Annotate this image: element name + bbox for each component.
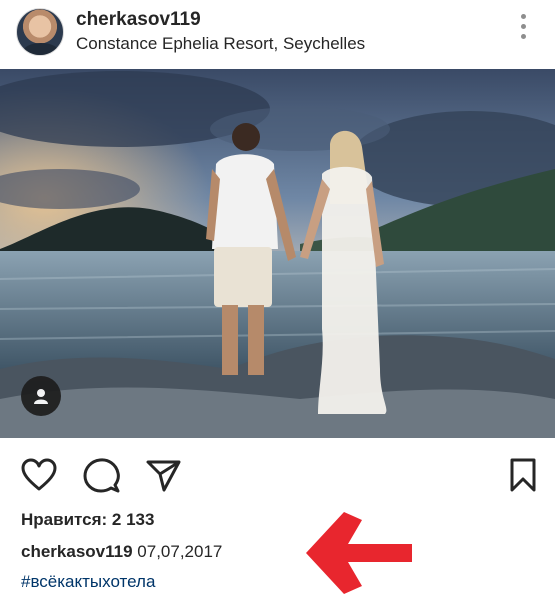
- post-location[interactable]: Constance Ephelia Resort, Seychelles: [76, 34, 365, 54]
- likes-label: Нравится:: [21, 510, 108, 529]
- bookmark-icon[interactable]: [506, 456, 544, 494]
- more-vertical-icon[interactable]: [519, 14, 527, 44]
- avatar-shoulders: [23, 43, 59, 55]
- action-bar: [0, 450, 555, 498]
- post-header: cherkasov119 Constance Ephelia Resort, S…: [0, 0, 555, 68]
- hashtag-link[interactable]: #всёкактыхотела: [21, 572, 155, 592]
- caption-username[interactable]: cherkasov119: [21, 542, 133, 561]
- person-icon[interactable]: [21, 376, 61, 416]
- post-photo[interactable]: [0, 69, 555, 438]
- likes-count[interactable]: Нравится: 2 133: [21, 510, 154, 530]
- send-icon[interactable]: [144, 456, 182, 494]
- arrow-left-icon: [300, 508, 420, 598]
- likes-number: 2 133: [111, 510, 155, 529]
- comment-icon[interactable]: [82, 456, 120, 494]
- post-caption: cherkasov119 07,07,2017: [21, 542, 222, 562]
- post-username[interactable]: cherkasov119: [76, 9, 201, 31]
- caption-text: 07,07,2017: [137, 542, 223, 561]
- avatar[interactable]: [16, 8, 64, 56]
- heart-icon[interactable]: [20, 456, 58, 494]
